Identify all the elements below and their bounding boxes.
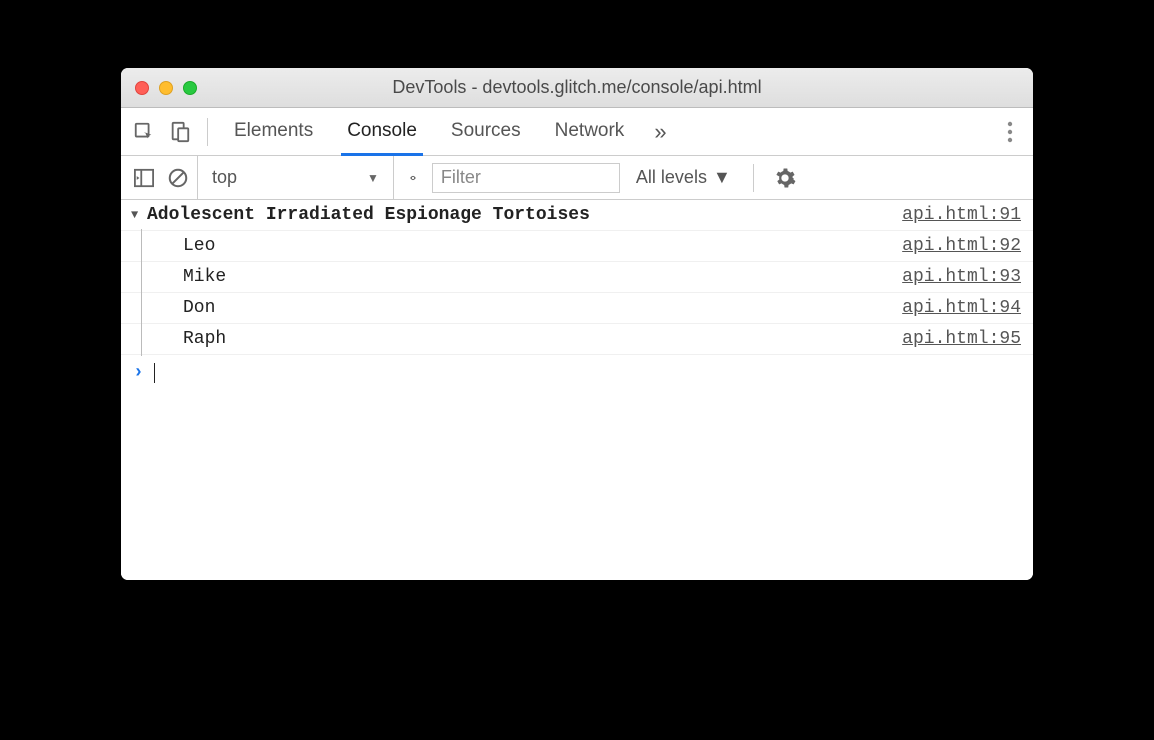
device-toolbar-icon[interactable]	[165, 117, 195, 147]
source-link[interactable]: api.html:92	[902, 236, 1021, 256]
text-cursor	[154, 363, 155, 383]
console-output: ▼ Adolescent Irradiated Espionage Tortoi…	[121, 200, 1033, 580]
devtools-window: DevTools - devtools.glitch.me/console/ap…	[121, 68, 1033, 580]
show-console-sidebar-icon[interactable]	[129, 163, 159, 193]
log-levels-selector[interactable]: All levels ▼	[624, 167, 743, 188]
console-log-text: Raph	[155, 329, 226, 349]
divider	[207, 118, 208, 146]
execution-context-label: top	[212, 167, 237, 188]
minimize-window-button[interactable]	[159, 81, 173, 95]
source-link[interactable]: api.html:94	[902, 298, 1021, 318]
more-options-icon[interactable]	[995, 121, 1025, 143]
tab-sources[interactable]: Sources	[437, 110, 535, 154]
tabs-overflow-icon[interactable]: »	[644, 119, 676, 145]
console-log-text: Don	[155, 298, 215, 318]
console-log-row: Don api.html:94	[121, 293, 1033, 324]
inspect-element-icon[interactable]	[129, 117, 159, 147]
tab-console[interactable]: Console	[333, 110, 431, 154]
prompt-caret-icon: ›	[133, 363, 144, 383]
console-log-row: Leo api.html:92	[121, 231, 1033, 262]
execution-context-selector[interactable]: top ▼	[197, 156, 394, 199]
disclosure-triangle-icon[interactable]: ▼	[131, 208, 147, 222]
console-group-title: Adolescent Irradiated Espionage Tortoise…	[147, 205, 590, 225]
divider	[753, 164, 754, 192]
source-link[interactable]: api.html:91	[902, 205, 1021, 225]
console-prompt[interactable]: ›	[121, 355, 1033, 391]
live-expression-icon[interactable]	[398, 163, 428, 193]
source-link[interactable]: api.html:93	[902, 267, 1021, 287]
console-log-text: Leo	[155, 236, 215, 256]
clear-console-icon[interactable]	[163, 163, 193, 193]
window-title: DevTools - devtools.glitch.me/console/ap…	[121, 77, 1033, 98]
close-window-button[interactable]	[135, 81, 149, 95]
tab-elements[interactable]: Elements	[220, 110, 327, 154]
tab-network[interactable]: Network	[541, 110, 639, 154]
console-log-row: Raph api.html:95	[121, 324, 1033, 355]
console-settings-icon[interactable]	[764, 167, 806, 189]
window-titlebar: DevTools - devtools.glitch.me/console/ap…	[121, 68, 1033, 108]
chevron-down-icon: ▼	[367, 171, 379, 185]
main-tabs-bar: Elements Console Sources Network »	[121, 108, 1033, 156]
console-toolbar: top ▼ All levels ▼	[121, 156, 1033, 200]
source-link[interactable]: api.html:95	[902, 329, 1021, 349]
log-levels-label: All levels	[636, 167, 707, 188]
maximize-window-button[interactable]	[183, 81, 197, 95]
chevron-down-icon: ▼	[713, 167, 731, 188]
console-log-row: Mike api.html:93	[121, 262, 1033, 293]
filter-input[interactable]	[432, 163, 620, 193]
console-log-text: Mike	[155, 267, 226, 287]
console-group-header[interactable]: ▼ Adolescent Irradiated Espionage Tortoi…	[121, 200, 1033, 231]
traffic-lights	[121, 81, 197, 95]
